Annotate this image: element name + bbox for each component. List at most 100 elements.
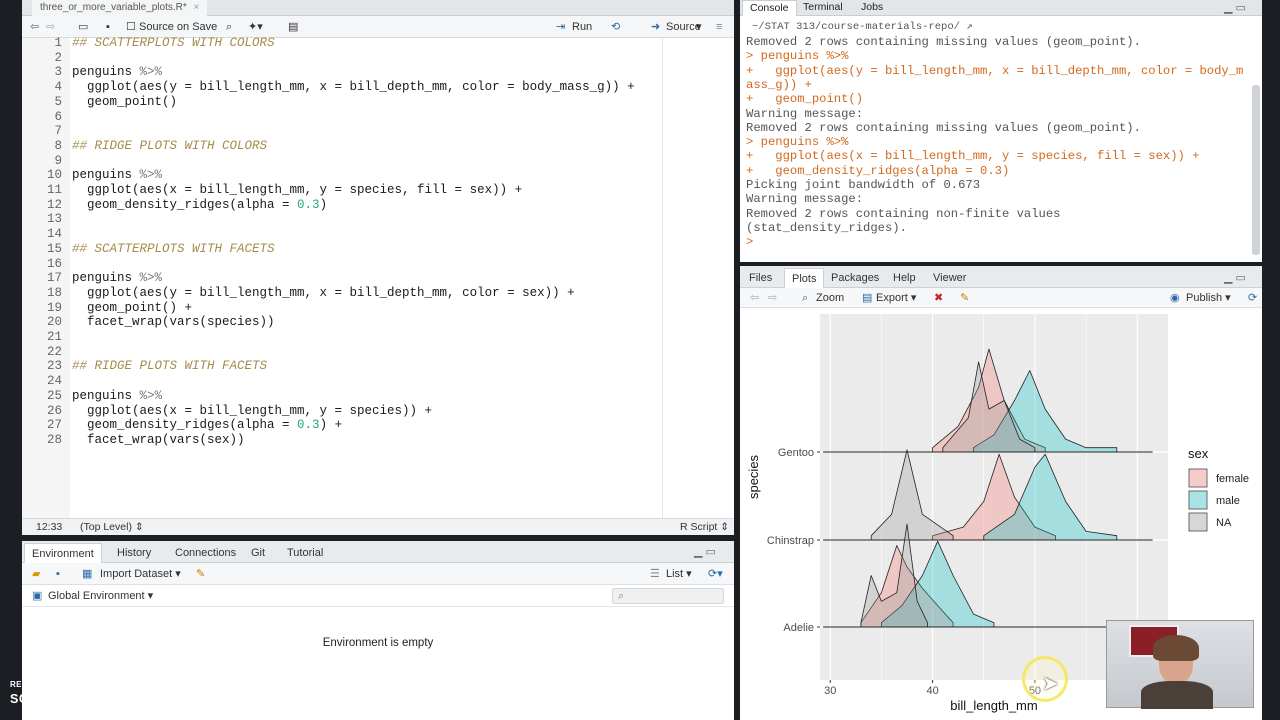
env-scope-bar: ▣ Global Environment ▾ ⌕ <box>22 585 734 607</box>
tab-jobs[interactable]: Jobs <box>854 0 890 16</box>
recorded-with-label: RECORDED WITH <box>10 680 83 689</box>
global-env-selector[interactable]: Global Environment ▾ <box>44 587 157 605</box>
refresh-icon[interactable]: ⟳ <box>1244 289 1261 307</box>
filetype-selector[interactable]: R Script ⇕ <box>680 519 729 535</box>
run-button[interactable]: Run <box>568 18 596 36</box>
tab-files[interactable]: Files <box>742 268 779 288</box>
code-line[interactable]: geom_density_ridges(alpha = 0.3) + <box>72 418 342 433</box>
tab-packages[interactable]: Packages <box>824 268 886 288</box>
compile-report-icon[interactable]: ▤ <box>284 18 302 36</box>
tab-console[interactable]: Console <box>742 0 797 16</box>
prev-plot-icon[interactable]: ⇦ <box>746 289 763 307</box>
list-view-label: List <box>666 568 684 580</box>
broom-icon[interactable]: ✎ <box>956 289 973 307</box>
rerun-icon[interactable]: ⟲ <box>607 18 624 36</box>
legend-label: female <box>1216 473 1249 485</box>
import-dataset-icon[interactable]: ▦ <box>78 565 96 583</box>
y-tick-label: Gentoo <box>778 447 814 459</box>
broom-icon[interactable]: ✎ <box>192 565 209 583</box>
code-line[interactable]: ## RIDGE PLOTS WITH FACETS <box>72 359 267 374</box>
tab-connections[interactable]: Connections <box>168 543 243 563</box>
file-tab[interactable]: three_or_more_variable_plots.R* × <box>32 0 208 16</box>
filetype-label: R Script <box>680 521 718 533</box>
code-tools-icon[interactable]: ✦▾ <box>244 18 267 36</box>
env-search-input[interactable]: ⌕ <box>612 588 724 604</box>
open-folder-icon[interactable]: ▰ <box>28 565 44 583</box>
code-line[interactable]: penguins %>% <box>72 389 162 404</box>
code-line[interactable]: geom_point() + <box>72 301 192 316</box>
console-input-line: > penguins %>% <box>746 49 849 64</box>
import-dataset-button[interactable]: Import Dataset ▾ <box>96 565 185 583</box>
code-line[interactable]: penguins %>% <box>72 271 162 286</box>
console-input-line: + ggplot(aes(x = bill_length_mm, y = spe… <box>746 149 1200 164</box>
tab-viewer[interactable]: Viewer <box>926 268 973 288</box>
plots-toolbar: ⇦ ⇨ ⌕ Zoom ▤ Export ▾ ✖ ✎ ◉ Publish ▾ ⟳ <box>740 288 1262 308</box>
presenter-hair <box>1153 635 1199 661</box>
tab-history[interactable]: History <box>110 543 158 563</box>
y-tick-label: Chinstrap <box>767 535 814 547</box>
tab-git[interactable]: Git <box>244 543 272 563</box>
code-line[interactable]: penguins %>% <box>72 65 162 80</box>
env-tabbar: Environment History Connections Git Tutorial… <box>22 541 734 563</box>
editor-tabbar: three_or_more_variable_plots.R* × <box>22 0 734 16</box>
console-input-line: > <box>746 235 761 250</box>
console-scrollbar[interactable] <box>1252 85 1260 255</box>
scope-selector[interactable]: (Top Level) ⇕ <box>80 519 144 535</box>
code-line[interactable]: ## SCATTERPLOTS WITH FACETS <box>72 242 275 257</box>
env-toolbar: ▰ ▪ ▦ Import Dataset ▾ ✎ ☰ List ▾ ⟳▾ <box>22 563 734 585</box>
source-on-save-label: Source on Save <box>139 21 218 33</box>
close-icon[interactable]: × <box>194 2 200 13</box>
export-button[interactable]: Export ▾ <box>872 289 920 307</box>
legend-key-female <box>1188 468 1208 488</box>
x-axis-title: bill_length_mm <box>950 698 1037 713</box>
save-icon[interactable]: ▪ <box>102 18 114 36</box>
code-line[interactable]: ggplot(aes(y = bill_length_mm, x = bill_… <box>72 80 635 95</box>
code-line[interactable]: facet_wrap(vars(sex)) <box>72 433 245 448</box>
refresh-icon[interactable]: ⟳▾ <box>704 565 727 583</box>
tab-help[interactable]: Help <box>886 268 923 288</box>
code-line[interactable]: ggplot(aes(y = bill_length_mm, x = bill_… <box>72 286 575 301</box>
code-line[interactable]: penguins %>% <box>72 168 162 183</box>
search-icon[interactable]: ⌕ <box>222 18 236 36</box>
tab-terminal[interactable]: Terminal <box>796 0 850 16</box>
legend-title: sex <box>1188 446 1209 461</box>
watermark-brand2: MATIC <box>127 692 169 706</box>
minimize-pane-icon[interactable]: ▁ ▭ <box>694 545 716 558</box>
list-view-button[interactable]: List ▾ <box>662 565 696 583</box>
minimize-pane-icon[interactable]: ▁ ▭ <box>1224 1 1246 14</box>
tab-plots[interactable]: Plots <box>784 268 825 288</box>
plots-tabbar: Files Plots Packages Help Viewer ▁ ▭ <box>740 266 1262 288</box>
tab-environment[interactable]: Environment <box>24 543 102 563</box>
code-line[interactable]: ggplot(aes(x = bill_length_mm, y = speci… <box>72 183 522 198</box>
tab-tutorial[interactable]: Tutorial <box>280 543 330 563</box>
zoom-button[interactable]: Zoom <box>812 289 848 307</box>
console-output-line: Removed 2 rows containing missing values… <box>746 35 1141 49</box>
back-arrow-icon[interactable]: ⇦ <box>26 18 43 36</box>
watermark-logo: SCREENCAST MATIC <box>10 692 168 706</box>
forward-arrow-icon[interactable]: ⇨ <box>42 18 59 36</box>
code-line[interactable]: geom_density_ridges(alpha = 0.3) <box>72 198 327 213</box>
show-in-window-icon[interactable]: ▭ <box>74 18 92 36</box>
next-plot-icon[interactable]: ⇨ <box>764 289 781 307</box>
zoom-icon[interactable]: ⌕ <box>798 289 812 307</box>
run-icon[interactable]: ⇥ <box>552 18 569 36</box>
console-output[interactable]: Removed 2 rows containing missing values… <box>740 17 1262 262</box>
publish-button[interactable]: Publish ▾ <box>1182 289 1235 307</box>
code-line[interactable]: geom_point() <box>72 95 177 110</box>
minimize-pane-icon[interactable]: ▁ ▭ <box>1224 271 1246 284</box>
chevron-down-icon[interactable]: ▾ <box>692 18 706 36</box>
y-axis-title: species <box>746 454 761 499</box>
code-line[interactable]: facet_wrap(vars(species)) <box>72 315 275 330</box>
code-line[interactable]: ## SCATTERPLOTS WITH COLORS <box>72 36 275 51</box>
save-workspace-icon[interactable]: ▪ <box>52 565 64 583</box>
margin-line <box>662 38 663 518</box>
outline-icon[interactable]: ≡ <box>712 18 726 36</box>
code-area[interactable]: ## SCATTERPLOTS WITH COLORS penguins %>% … <box>22 36 734 518</box>
console-output-line: (stat_density_ridges). <box>746 220 907 235</box>
presenter-body <box>1141 681 1213 709</box>
code-line[interactable]: ## RIDGE PLOTS WITH COLORS <box>72 139 267 154</box>
publish-icon[interactable]: ◉ <box>1166 289 1184 307</box>
scope-label: (Top Level) <box>80 521 132 533</box>
remove-plot-icon[interactable]: ✖ <box>930 289 947 307</box>
code-line[interactable]: ggplot(aes(x = bill_length_mm, y = speci… <box>72 404 432 419</box>
